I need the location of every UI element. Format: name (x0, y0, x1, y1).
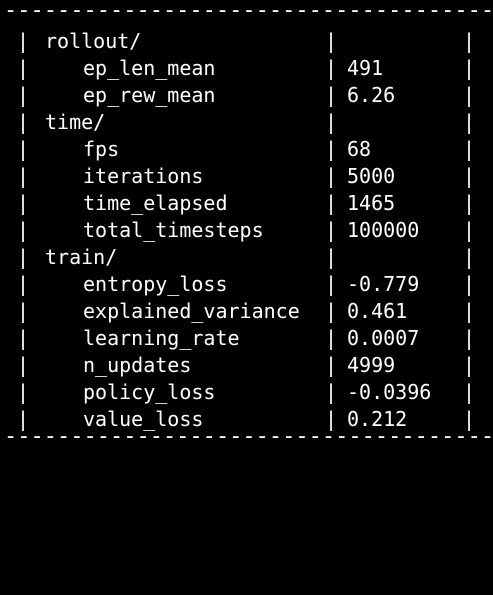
column-separator: | (325, 380, 338, 404)
column-separator: | (325, 110, 338, 134)
column-separator: | (325, 83, 338, 107)
metric-row: | learning_rate | 0.0007 | (0, 325, 493, 352)
column-separator: | (463, 191, 476, 215)
metric-value: 100000 (347, 218, 420, 242)
column-separator: | (17, 218, 30, 242)
metric-key: n_updates (83, 353, 192, 377)
metric-value: 4999 (347, 353, 396, 377)
column-separator: | (325, 137, 338, 161)
column-separator: | (17, 56, 30, 80)
column-separator: | (325, 164, 338, 188)
column-separator: | (463, 245, 476, 269)
column-separator: | (325, 272, 338, 296)
metric-key: policy_loss (83, 380, 216, 404)
column-separator: | (17, 272, 30, 296)
column-separator: | (463, 299, 476, 323)
metric-row: | ep_rew_mean | 6.26 | (0, 82, 493, 109)
metric-row: | fps | 68 | (0, 136, 493, 163)
terminal-output: ----------------------------------------… (0, 0, 493, 450)
metric-value: 6.26 (347, 83, 396, 107)
column-separator: | (463, 137, 476, 161)
column-separator: | (17, 353, 30, 377)
metric-value: 0.461 (347, 299, 408, 323)
column-separator: | (17, 380, 30, 404)
metric-row: | time_elapsed | 1465 | (0, 190, 493, 217)
column-separator: | (325, 56, 338, 80)
section-label: time/ (45, 110, 106, 134)
metric-row: | explained_variance | 0.461 | (0, 298, 493, 325)
metric-row: | total_timesteps | 100000 | (0, 217, 493, 244)
section-label: train/ (45, 245, 118, 269)
column-separator: | (463, 83, 476, 107)
metric-value: 0.0007 (347, 326, 420, 350)
bottom-rule: ----------------------------------------… (4, 424, 493, 449)
metric-row: | iterations | 5000 | (0, 163, 493, 190)
column-separator: | (17, 191, 30, 215)
section-row-rollout: | rollout/ | | (0, 28, 493, 55)
metric-value: 491 (347, 56, 384, 80)
metric-value: 5000 (347, 164, 396, 188)
metric-value: -0.779 (347, 272, 420, 296)
column-separator: | (325, 245, 338, 269)
column-separator: | (463, 326, 476, 350)
section-row-time: | time/ | | (0, 109, 493, 136)
column-separator: | (463, 29, 476, 53)
column-separator: | (463, 56, 476, 80)
column-separator: | (17, 164, 30, 188)
column-separator: | (463, 272, 476, 296)
metric-row: | n_updates | 4999 | (0, 352, 493, 379)
column-separator: | (325, 218, 338, 242)
column-separator: | (17, 83, 30, 107)
column-separator: | (325, 191, 338, 215)
column-separator: | (463, 218, 476, 242)
section-row-train: | train/ | | (0, 244, 493, 271)
metric-key: total_timesteps (83, 218, 264, 242)
column-separator: | (463, 110, 476, 134)
metric-key: fps (83, 137, 120, 161)
column-separator: | (17, 299, 30, 323)
top-rule: ----------------------------------------… (4, 0, 493, 23)
column-separator: | (463, 164, 476, 188)
metric-key: ep_len_mean (83, 56, 216, 80)
metric-value: 1465 (347, 191, 396, 215)
column-separator: | (463, 380, 476, 404)
metric-row: | policy_loss | -0.0396 | (0, 379, 493, 406)
metric-value: -0.0396 (347, 380, 432, 404)
column-separator: | (325, 29, 338, 53)
metric-key: time_elapsed (83, 191, 228, 215)
metric-key: ep_rew_mean (83, 83, 216, 107)
metric-row: | ep_len_mean | 491 | (0, 55, 493, 82)
column-separator: | (17, 326, 30, 350)
column-separator: | (17, 137, 30, 161)
column-separator: | (17, 29, 30, 53)
column-separator: | (463, 353, 476, 377)
column-separator: | (17, 245, 30, 269)
metric-row: | entropy_loss | -0.779 | (0, 271, 493, 298)
metric-key: explained_variance (83, 299, 300, 323)
column-separator: | (325, 326, 338, 350)
metric-key: entropy_loss (83, 272, 228, 296)
column-separator: | (325, 299, 338, 323)
column-separator: | (17, 110, 30, 134)
section-label: rollout/ (45, 29, 142, 53)
column-separator: | (325, 353, 338, 377)
metric-key: iterations (83, 164, 204, 188)
metric-key: learning_rate (83, 326, 240, 350)
metric-value: 68 (347, 137, 372, 161)
